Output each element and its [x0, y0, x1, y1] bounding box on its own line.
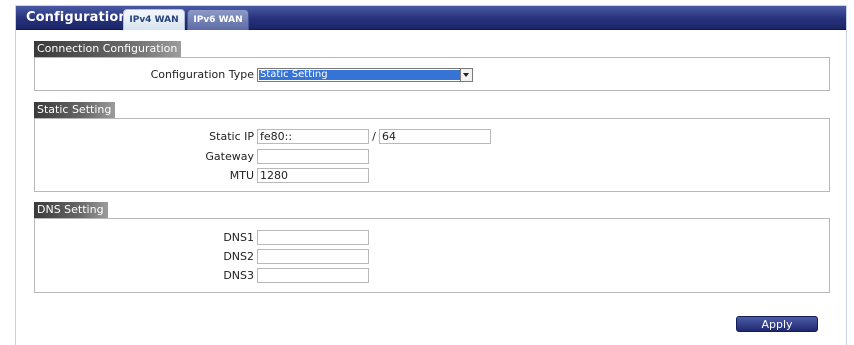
configuration-panel: Configuration IPv4 WAN IPv6 WAN Connecti…: [15, 5, 847, 345]
dns1-label: DNS1: [223, 231, 254, 244]
tab-ipv4-wan[interactable]: IPv4 WAN: [123, 9, 185, 30]
prefix-separator: /: [372, 130, 376, 143]
dns3-label: DNS3: [223, 269, 254, 282]
configuration-type-select[interactable]: Static Setting: [257, 68, 473, 82]
configuration-type-label: Configuration Type: [150, 68, 254, 81]
dns-section-title: DNS Setting: [34, 202, 108, 218]
dns1-input[interactable]: [257, 230, 369, 245]
chevron-down-icon[interactable]: [460, 69, 472, 81]
dns2-label: DNS2: [223, 250, 254, 263]
apply-button[interactable]: Apply: [736, 316, 818, 332]
mtu-label: MTU: [229, 169, 254, 182]
header-bar: Configuration IPv4 WAN IPv6 WAN: [16, 6, 846, 30]
dns-section: [34, 218, 830, 293]
tab-ipv6-wan[interactable]: IPv6 WAN: [187, 9, 249, 30]
gateway-label: Gateway: [205, 150, 254, 163]
gateway-input[interactable]: [257, 149, 369, 164]
connection-section-title: Connection Configuration: [34, 41, 182, 57]
dns3-input[interactable]: [257, 268, 369, 283]
page-title: Configuration: [26, 10, 128, 25]
mtu-input[interactable]: [257, 168, 369, 183]
static-ip-label: Static IP: [209, 130, 254, 143]
dns2-input[interactable]: [257, 249, 369, 264]
configuration-type-value: Static Setting: [259, 70, 460, 80]
static-section-title: Static Setting: [34, 102, 116, 118]
prefix-length-input[interactable]: [379, 129, 491, 144]
static-ip-input[interactable]: [257, 129, 369, 144]
